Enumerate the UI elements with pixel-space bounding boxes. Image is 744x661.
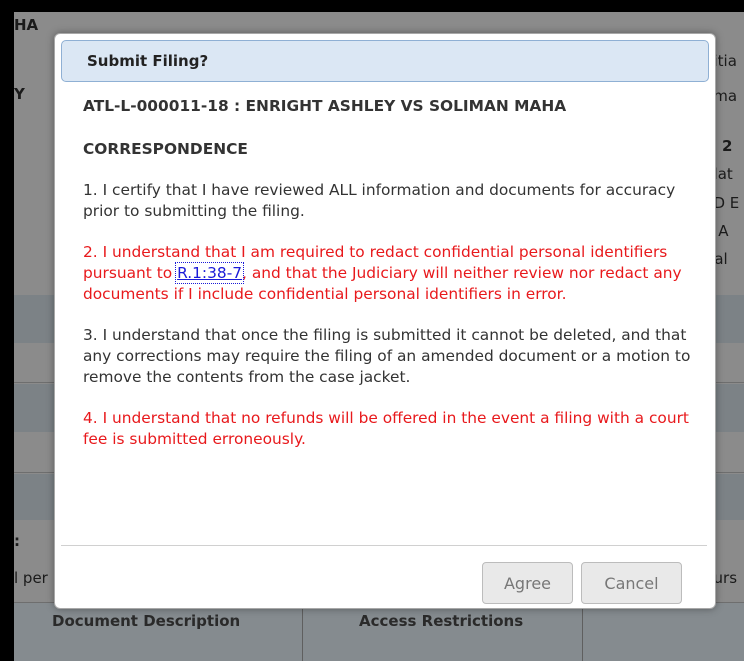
agree-button[interactable]: Agree [482, 562, 573, 604]
case-type: CORRESPONDENCE [83, 140, 248, 158]
cancel-button[interactable]: Cancel [581, 562, 682, 604]
bg-text-fragment: l per [14, 569, 48, 587]
bg-column-header: Document Description [52, 612, 241, 630]
certification-statement-4: 4. I understand that no refunds will be … [83, 409, 689, 448]
dialog-titlebar: Submit Filing? [61, 40, 709, 82]
case-heading: ATL-L-000011-18 : ENRIGHT ASHLEY VS SOLI… [83, 96, 693, 117]
case-separator: : [228, 97, 246, 115]
dialog-title: Submit Filing? [87, 52, 209, 70]
bg-text-fragment: : [14, 532, 20, 550]
certification-statement-1: 1. I certify that I have reviewed ALL in… [83, 181, 676, 220]
dialog-body: ATL-L-000011-18 : ENRIGHT ASHLEY VS SOLI… [83, 96, 693, 450]
case-name: ENRIGHT ASHLEY VS SOLIMAN MAHA [245, 97, 567, 115]
submit-filing-dialog: Submit Filing? ATL-L-000011-18 : ENRIGHT… [54, 33, 716, 609]
bg-text-fragment: Y [14, 85, 25, 103]
bg-column-divider [302, 602, 303, 661]
bg-text-fragment: HA [14, 16, 39, 34]
bg-text-fragment: 2 [722, 137, 733, 155]
dialog-divider [61, 545, 707, 546]
rule-link[interactable]: R.1:38-7 [175, 262, 245, 284]
certification-statement-2: 2. I understand that I am required to re… [83, 242, 693, 305]
bg-column-divider [582, 602, 583, 661]
case-id: ATL-L-000011-18 [83, 97, 229, 115]
bg-column-header: Access Restrictions [359, 612, 524, 630]
certification-statement-3: 3. I understand that once the filing is … [83, 326, 691, 386]
